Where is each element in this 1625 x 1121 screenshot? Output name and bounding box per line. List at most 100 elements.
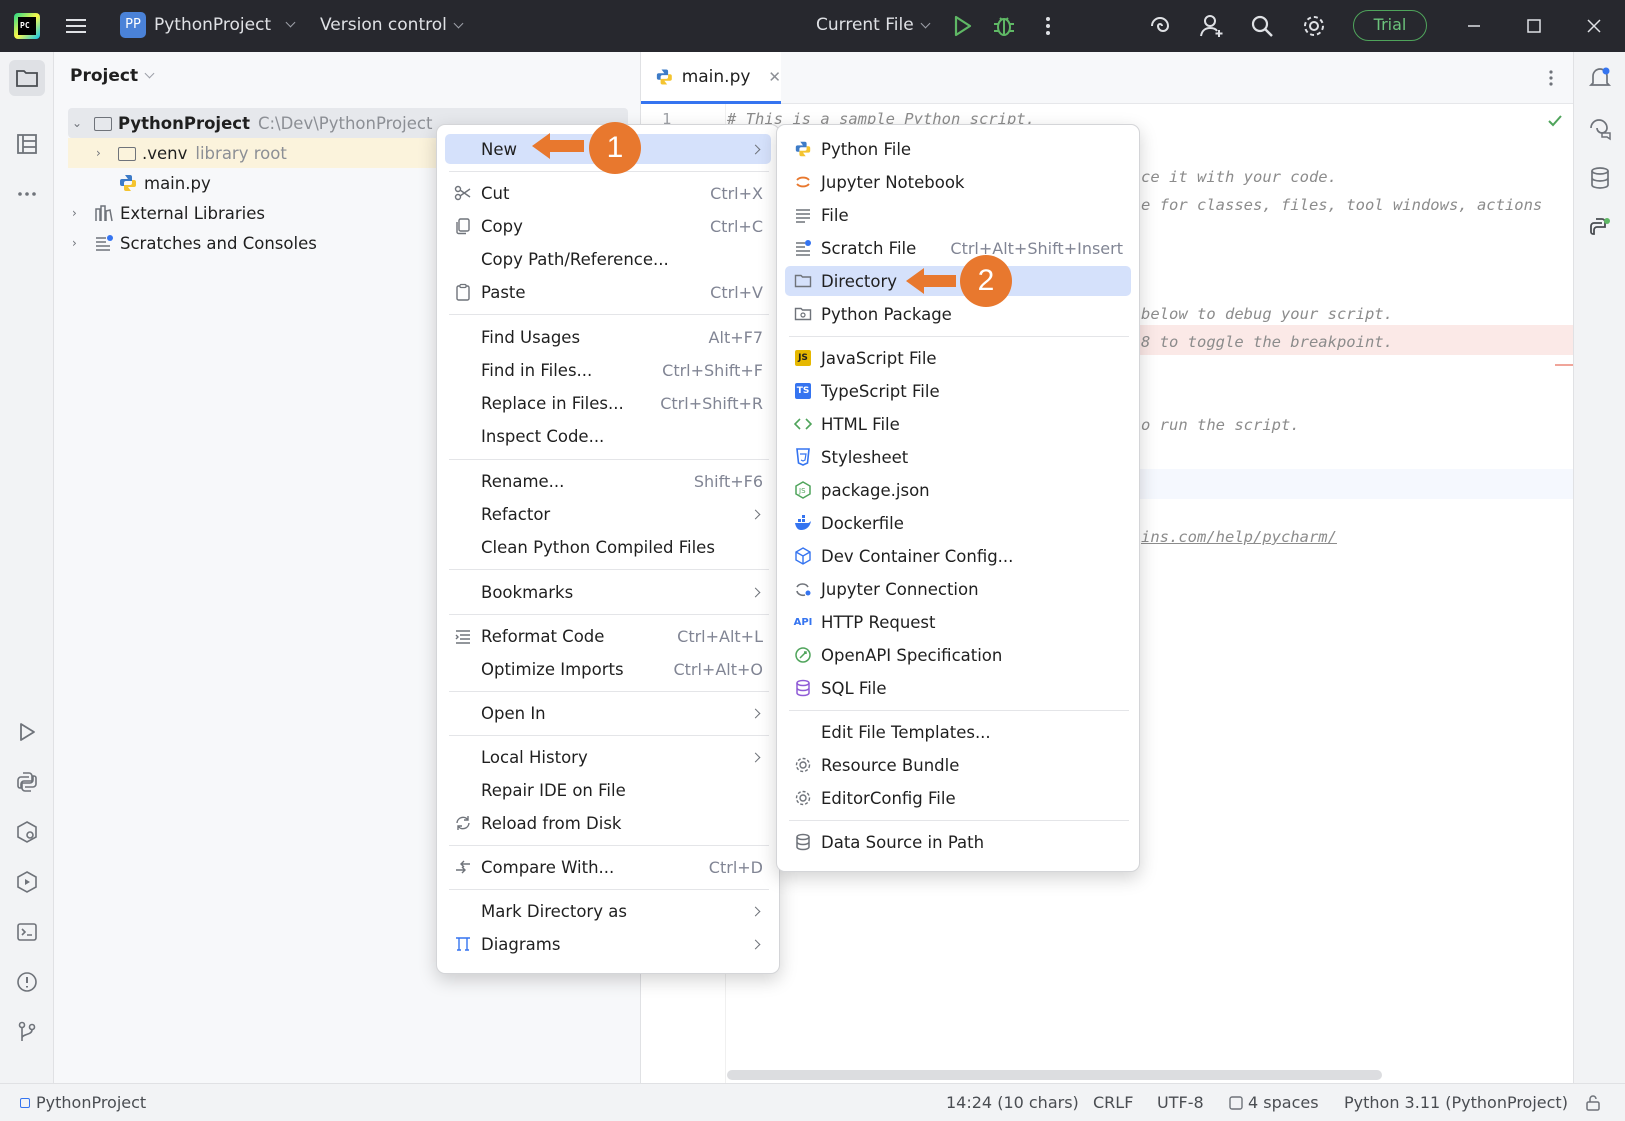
code-line[interactable]: 8 to toggle the breakpoint. xyxy=(1141,333,1393,351)
menu-item-copy-path[interactable]: Copy Path/Reference... xyxy=(445,244,771,274)
maximize-icon[interactable] xyxy=(1520,12,1548,40)
menu-item-reload-from-disk[interactable]: Reload from Disk xyxy=(445,808,771,838)
more-vertical-icon[interactable] xyxy=(1541,68,1561,88)
caret-position[interactable]: 14:24 (10 chars) xyxy=(946,1093,1079,1112)
new-html-file[interactable]: HTML File xyxy=(785,409,1131,439)
new-openapi-specification[interactable]: OpenAPI Specification xyxy=(785,640,1131,670)
code-link[interactable]: ins.com/help/pycharm/ xyxy=(1141,528,1337,546)
menu-item-diagrams[interactable]: Diagrams xyxy=(445,929,771,959)
edit-file-templates[interactable]: Edit File Templates... xyxy=(785,717,1131,747)
menu-item-refactor[interactable]: Refactor xyxy=(445,499,771,529)
tree-row-scratches[interactable]: › Scratches and Consoles xyxy=(72,228,317,258)
menu-item-paste[interactable]: Paste Ctrl+V xyxy=(445,277,771,307)
menu-item-reformat-code[interactable]: Reformat Code Ctrl+Alt+L xyxy=(445,621,771,651)
menu-item-copy[interactable]: Copy Ctrl+C xyxy=(445,211,771,241)
python-interpreter[interactable]: Python 3.11 (PythonProject) xyxy=(1344,1093,1568,1112)
settings-gear-icon[interactable] xyxy=(1300,12,1328,40)
menu-item-mark-directory[interactable]: Mark Directory as xyxy=(445,896,771,926)
code-line[interactable]: ce it with your code. xyxy=(1141,168,1337,186)
new-package-json[interactable]: JS package.json xyxy=(785,475,1131,505)
git-branch-icon[interactable] xyxy=(9,1014,45,1050)
main-menu-icon[interactable] xyxy=(64,14,88,38)
new-jupyter-notebook[interactable]: Jupyter Notebook xyxy=(785,167,1131,197)
new-scratch-file[interactable]: Scratch File Ctrl+Alt+Shift+Insert xyxy=(785,233,1131,263)
python-console-icon[interactable] xyxy=(9,764,45,800)
new-http-request[interactable]: API HTTP Request xyxy=(785,607,1131,637)
menu-item-find-usages[interactable]: Find Usages Alt+F7 xyxy=(445,322,771,352)
lock-icon[interactable] xyxy=(1584,1094,1602,1112)
indent-setting[interactable]: 4 spaces xyxy=(1228,1093,1319,1112)
menu-item-cut[interactable]: Cut Ctrl+X xyxy=(445,178,771,208)
new-jupyter-connection[interactable]: Jupyter Connection xyxy=(785,574,1131,604)
ai-chat-icon[interactable] xyxy=(1582,110,1618,146)
new-stylesheet[interactable]: Stylesheet xyxy=(785,442,1131,472)
close-window-icon[interactable] xyxy=(1580,12,1608,40)
new-dockerfile[interactable]: Dockerfile xyxy=(785,508,1131,538)
menu-item-clean-compiled[interactable]: Clean Python Compiled Files xyxy=(445,532,771,562)
project-switcher[interactable]: PP PythonProject xyxy=(120,12,296,38)
new-data-source-in-path[interactable]: Data Source in Path xyxy=(785,827,1131,857)
trial-button[interactable]: Trial xyxy=(1353,10,1427,41)
notifications-bell-icon[interactable] xyxy=(1582,60,1618,96)
run-tool-icon[interactable] xyxy=(9,714,45,750)
horizontal-scrollbar[interactable] xyxy=(727,1070,1382,1080)
search-icon[interactable] xyxy=(1248,12,1276,40)
inspection-ok-check-icon[interactable] xyxy=(1546,112,1564,130)
new-directory[interactable]: Directory xyxy=(785,266,1131,296)
database-icon[interactable] xyxy=(1582,160,1618,196)
terminal-icon[interactable] xyxy=(9,914,45,950)
add-user-icon[interactable] xyxy=(1198,12,1226,40)
code-line[interactable]: below to debug your script. xyxy=(1141,305,1393,323)
new-resource-bundle[interactable]: Resource Bundle xyxy=(785,750,1131,780)
chevron-down-icon[interactable]: ⌄ xyxy=(72,116,94,130)
structure-icon[interactable] xyxy=(9,126,45,162)
close-tab-icon[interactable]: ✕ xyxy=(768,68,781,86)
menu-item-compare-with[interactable]: Compare With... Ctrl+D xyxy=(445,852,771,882)
run-icon[interactable] xyxy=(948,12,976,40)
services-icon[interactable] xyxy=(9,864,45,900)
code-line[interactable]: o run the script. xyxy=(1141,416,1300,434)
run-config-dropdown[interactable]: Current File xyxy=(816,15,931,35)
menu-item-replace-in-files[interactable]: Replace in Files... Ctrl+Shift+R xyxy=(445,388,771,418)
menu-item-repair-ide[interactable]: Repair IDE on File xyxy=(445,775,771,805)
menu-item-inspect-code[interactable]: Inspect Code... xyxy=(445,421,771,451)
problems-icon[interactable] xyxy=(9,964,45,1000)
more-tools-icon[interactable] xyxy=(9,176,45,212)
project-folder-icon[interactable] xyxy=(9,60,45,96)
breadcrumb[interactable]: PythonProject xyxy=(20,1093,146,1112)
tree-row-external-libraries[interactable]: › External Libraries xyxy=(72,198,265,228)
chevron-right-icon[interactable]: › xyxy=(96,146,118,160)
python-packages-icon[interactable] xyxy=(9,814,45,850)
tab-main-py[interactable]: main.py ✕ xyxy=(641,52,781,104)
project-panel-header[interactable]: Project xyxy=(70,66,155,86)
line-separator[interactable]: CRLF xyxy=(1093,1093,1133,1112)
python-plugin-icon[interactable] xyxy=(1582,210,1618,246)
new-dev-container-config[interactable]: Dev Container Config... xyxy=(785,541,1131,571)
menu-item-open-in[interactable]: Open In xyxy=(445,698,771,728)
version-control-dropdown[interactable]: Version control xyxy=(320,15,464,35)
new-python-package[interactable]: Python Package xyxy=(785,299,1131,329)
chevron-right-icon[interactable]: › xyxy=(72,206,94,220)
menu-item-optimize-imports[interactable]: Optimize Imports Ctrl+Alt+O xyxy=(445,654,771,684)
chevron-right-icon[interactable]: › xyxy=(72,236,94,250)
menu-item-rename[interactable]: Rename... Shift+F6 xyxy=(445,466,771,496)
file-encoding[interactable]: UTF-8 xyxy=(1157,1093,1204,1112)
minimize-icon[interactable] xyxy=(1460,12,1488,40)
tree-row-root[interactable]: ⌄ PythonProject C:\Dev\PythonProject xyxy=(72,108,432,138)
code-line[interactable]: e for classes, files, tool windows, acti… xyxy=(1141,196,1542,214)
tree-row-venv[interactable]: › .venv library root xyxy=(96,138,287,168)
new-sql-file[interactable]: SQL File xyxy=(785,673,1131,703)
new-editorconfig-file[interactable]: EditorConfig File xyxy=(785,783,1131,813)
new-python-file[interactable]: Python File xyxy=(785,134,1131,164)
new-file[interactable]: File xyxy=(785,200,1131,230)
new-typescript-file[interactable]: TS TypeScript File xyxy=(785,376,1131,406)
more-vertical-icon[interactable] xyxy=(1034,12,1062,40)
debug-icon[interactable] xyxy=(990,12,1018,40)
menu-item-find-in-files[interactable]: Find in Files... Ctrl+Shift+F xyxy=(445,355,771,385)
menu-item-local-history[interactable]: Local History xyxy=(445,742,771,772)
menu-item-bookmarks[interactable]: Bookmarks xyxy=(445,577,771,607)
tree-row-main-py[interactable]: main.py xyxy=(118,168,211,198)
new-javascript-file[interactable]: JS JavaScript File xyxy=(785,343,1131,373)
ai-assistant-icon[interactable] xyxy=(1146,12,1174,40)
error-stripe-mark[interactable] xyxy=(1555,364,1573,366)
